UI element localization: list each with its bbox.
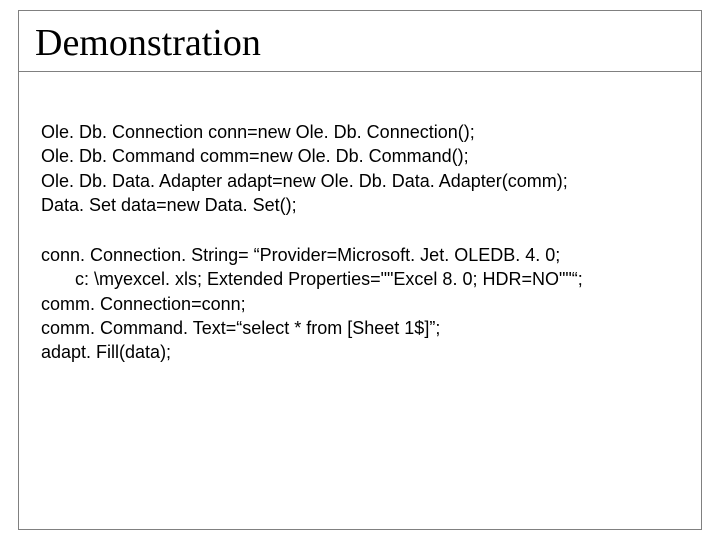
code-line-indent: c: \myexcel. xls; Extended Properties=""…	[41, 267, 679, 291]
code-line: Data. Set data=new Data. Set();	[41, 193, 679, 217]
code-line: comm. Connection=conn;	[41, 292, 679, 316]
code-line: comm. Command. Text=“select * from [Shee…	[41, 316, 679, 340]
slide-frame: Demonstration Ole. Db. Connection conn=n…	[18, 10, 702, 530]
code-block-1: Ole. Db. Connection conn=new Ole. Db. Co…	[41, 120, 679, 217]
code-line: Ole. Db. Data. Adapter adapt=new Ole. Db…	[41, 169, 679, 193]
code-line: conn. Connection. String= “Provider=Micr…	[41, 243, 679, 267]
slide-body: Ole. Db. Connection conn=new Ole. Db. Co…	[19, 72, 701, 365]
code-block-2: conn. Connection. String= “Provider=Micr…	[41, 243, 679, 364]
code-line: Ole. Db. Command comm=new Ole. Db. Comma…	[41, 144, 679, 168]
code-line: adapt. Fill(data);	[41, 340, 679, 364]
title-bar: Demonstration	[19, 11, 701, 72]
code-line: Ole. Db. Connection conn=new Ole. Db. Co…	[41, 120, 679, 144]
slide-title: Demonstration	[35, 21, 685, 65]
